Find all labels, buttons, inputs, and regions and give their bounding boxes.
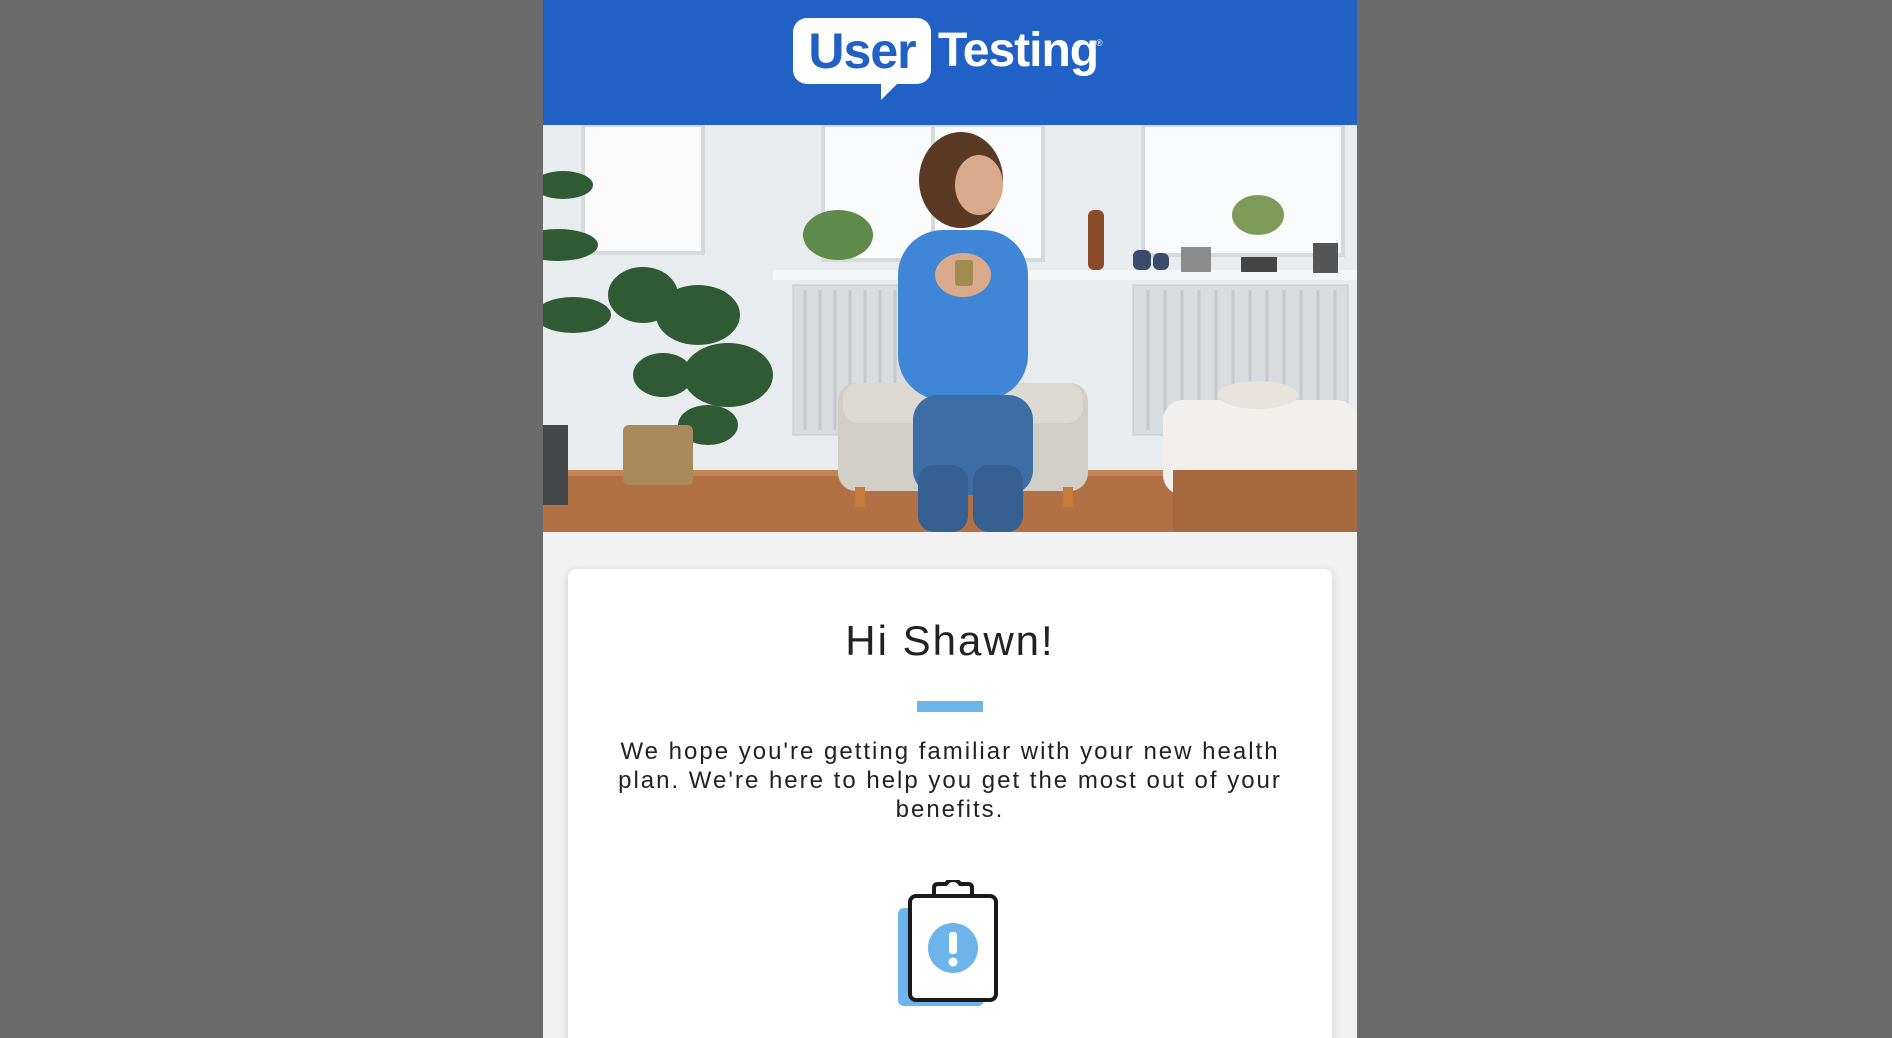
hero-photo <box>543 125 1357 532</box>
email-header: User Testing ® <box>543 0 1357 125</box>
accent-divider <box>917 701 983 712</box>
welcome-message: We hope you're getting familiar with you… <box>618 738 1282 823</box>
email-body: User Testing ® Hi Shawn! We hope you're … <box>543 0 1357 1038</box>
clipboard-alert-icon <box>894 878 1004 1010</box>
logo-user-text: User <box>808 23 916 79</box>
page-background: User Testing ® Hi Shawn! We hope you're … <box>0 0 1892 1038</box>
welcome-card: Hi Shawn! We hope you're getting familia… <box>568 569 1332 1038</box>
greeting-heading: Hi Shawn! <box>845 617 1055 664</box>
logo-testing-text: Testing <box>938 24 1099 77</box>
logo-registered-mark: ® <box>1096 38 1103 48</box>
usertesting-logo[interactable]: User Testing ® <box>793 18 1113 100</box>
